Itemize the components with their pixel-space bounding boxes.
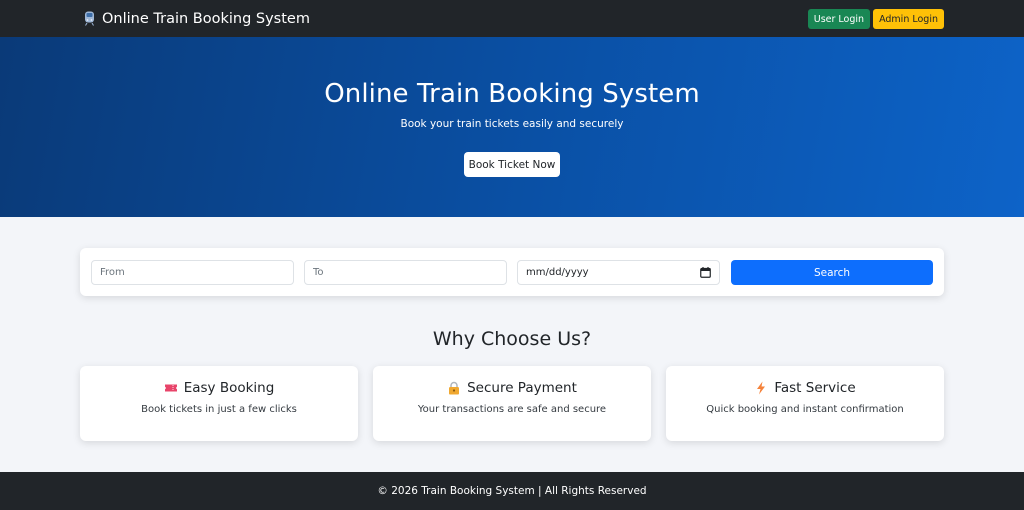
lock-icon xyxy=(449,381,460,395)
nav-buttons: User Login Admin Login xyxy=(807,9,944,29)
navbar: Online Train Booking System User Login A… xyxy=(0,0,1024,37)
calendar-icon[interactable] xyxy=(700,267,711,278)
section-title: Why Choose Us? xyxy=(432,328,592,350)
feature-heading: Fast Service xyxy=(666,380,944,396)
feature-card-easy-booking: Easy Booking Book tickets in just a few … xyxy=(80,366,358,441)
lightning-icon xyxy=(757,381,766,395)
footer-text: © 2026 Train Booking System | All Rights… xyxy=(377,485,647,497)
hero-title: Online Train Booking System xyxy=(324,79,700,109)
feature-heading: Secure Payment xyxy=(373,380,651,396)
to-input[interactable] xyxy=(304,260,507,285)
hero-banner: Online Train Booking System Book your tr… xyxy=(0,37,1024,217)
brand[interactable]: Online Train Booking System xyxy=(84,0,310,37)
brand-title: Online Train Booking System xyxy=(102,10,310,27)
feature-card-fast-service: Fast Service Quick booking and instant c… xyxy=(666,366,944,441)
date-placeholder: mm/dd/yyyy xyxy=(526,267,589,278)
admin-login-button[interactable]: Admin Login xyxy=(873,9,944,29)
train-icon xyxy=(85,11,94,26)
ticket-icon xyxy=(164,384,177,392)
book-ticket-button[interactable]: Book Ticket Now xyxy=(464,152,560,177)
user-login-button[interactable]: User Login xyxy=(807,9,871,29)
search-card: mm/dd/yyyy Search xyxy=(80,248,944,296)
date-input[interactable]: mm/dd/yyyy xyxy=(517,260,720,285)
footer: © 2026 Train Booking System | All Rights… xyxy=(0,472,1024,510)
feature-description: Quick booking and instant confirmation xyxy=(706,404,904,415)
feature-title: Fast Service xyxy=(774,380,856,396)
search-button[interactable]: Search xyxy=(731,260,933,285)
feature-heading: Easy Booking xyxy=(80,380,358,396)
feature-description: Your transactions are safe and secure xyxy=(417,404,607,415)
feature-card-secure-payment: Secure Payment Your transactions are saf… xyxy=(373,366,651,441)
feature-description: Book tickets in just a few clicks xyxy=(141,404,297,415)
hero-subtitle: Book your train tickets easily and secur… xyxy=(400,118,624,130)
feature-title: Secure Payment xyxy=(467,380,577,396)
from-input[interactable] xyxy=(91,260,294,285)
feature-title: Easy Booking xyxy=(183,380,275,396)
